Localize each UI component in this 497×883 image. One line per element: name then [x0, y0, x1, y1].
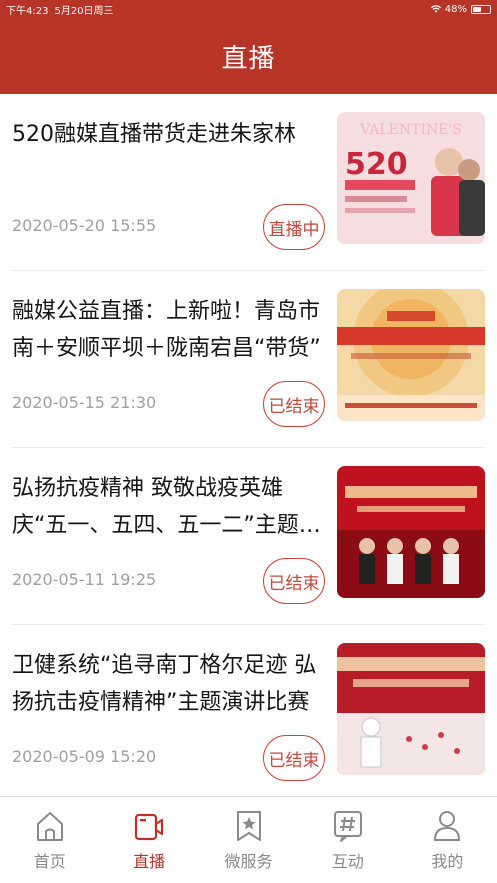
thumbnail-charity-image: [337, 289, 485, 421]
status-time: 下午4:23: [6, 5, 49, 17]
live-item-date: 2020-05-11 19:25: [12, 570, 157, 589]
live-status-button[interactable]: 已结束: [263, 735, 325, 781]
hashtag-icon: [333, 811, 362, 842]
bookmark-star-icon: [236, 811, 261, 841]
page-title: 直播: [221, 43, 276, 74]
home-icon: [36, 812, 63, 841]
live-item-title[interactable]: 融媒公益直播：上新啦！青岛市南＋安顺平坝＋陇南宕昌“带货”: [12, 293, 322, 367]
thumbnail-epidemic-speech-image: [337, 466, 485, 598]
tab-label: 直播: [133, 852, 166, 871]
battery-percent: 48%: [444, 3, 467, 15]
tab-label: 我的: [431, 852, 464, 871]
person-icon: [434, 811, 461, 841]
live-status-button[interactable]: 已结束: [263, 381, 325, 427]
live-status-button[interactable]: 已结束: [263, 558, 325, 604]
status-date: 5月20日周三: [54, 5, 114, 17]
live-item-date: 2020-05-15 21:30: [12, 393, 157, 412]
bottom-tab-bar: 首页 直播 微服务 互动 我的: [0, 796, 497, 883]
tab-label: 微服务: [224, 852, 273, 871]
tab-live[interactable]: 直播: [99, 797, 198, 883]
live-status-button[interactable]: 直播中: [263, 204, 325, 250]
header-bar: 直播: [0, 18, 497, 94]
wifi-icon: [430, 5, 441, 13]
live-item-thumbnail[interactable]: [337, 643, 485, 775]
svg-text:520: 520: [345, 147, 408, 182]
live-item-title[interactable]: 520融媒直播带货走进朱家林: [12, 116, 322, 153]
tab-label: 首页: [33, 852, 66, 871]
live-item-thumbnail[interactable]: VALENTINE'S 520: [337, 112, 485, 244]
live-item[interactable]: 融媒公益直播：上新啦！青岛市南＋安顺平坝＋陇南宕昌“带货” 2020-05-15…: [12, 271, 485, 447]
svg-text:VALENTINE'S: VALENTINE'S: [359, 122, 462, 138]
live-item[interactable]: 520融媒直播带货走进朱家林 2020-05-20 15:55 直播中 VALE…: [12, 94, 485, 270]
tab-services[interactable]: 微服务: [199, 797, 298, 883]
live-item[interactable]: 弘扬抗疫精神 致敬战疫英雄 庆“五一、五四、五一二”主题演讲 2020-05-1…: [12, 448, 485, 624]
tab-me[interactable]: 我的: [398, 797, 497, 883]
live-item-date: 2020-05-20 15:55: [12, 216, 157, 235]
tab-interact[interactable]: 互动: [298, 797, 397, 883]
live-item[interactable]: 卫健系统“追寻南丁格尔足迹 弘扬抗击疫情精神”主题演讲比赛 2020-05-09…: [12, 625, 485, 796]
battery-icon: [471, 4, 491, 14]
live-item-date: 2020-05-09 15:20: [12, 747, 157, 766]
tab-home[interactable]: 首页: [0, 797, 99, 883]
live-item-thumbnail[interactable]: [337, 289, 485, 421]
live-feed-list[interactable]: 520融媒直播带货走进朱家林 2020-05-20 15:55 直播中 VALE…: [0, 94, 497, 796]
live-item-thumbnail[interactable]: [337, 466, 485, 598]
live-item-title[interactable]: 卫健系统“追寻南丁格尔足迹 弘扬抗击疫情精神”主题演讲比赛: [12, 647, 322, 721]
tab-label: 互动: [331, 852, 364, 871]
status-bar: 下午4:23 5月20日周三 48%: [0, 0, 497, 18]
thumbnail-520-image: VALENTINE'S 520: [337, 112, 485, 244]
live-item-title[interactable]: 弘扬抗疫精神 致敬战疫英雄 庆“五一、五四、五一二”主题演讲: [12, 470, 322, 544]
thumbnail-nightingale-image: [337, 643, 485, 775]
video-icon: [135, 813, 164, 841]
